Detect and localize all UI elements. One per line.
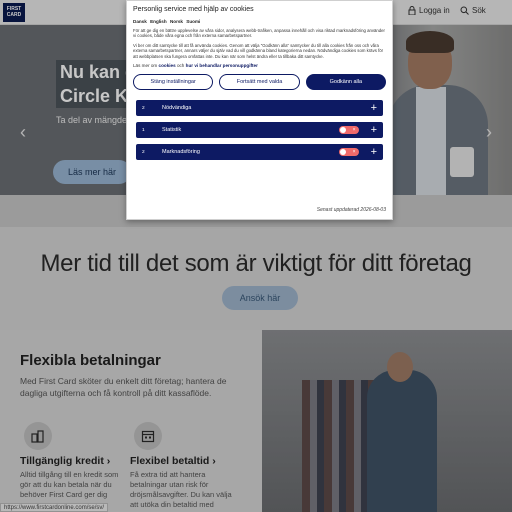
cookie-links: Läs mer om cookies och hur vi behandlar … <box>133 63 386 68</box>
toggle-knob <box>339 149 346 156</box>
cookie-consent-dialog: Personlig service med hjälp av cookies D… <box>126 0 393 220</box>
statistics-toggle[interactable]: × <box>338 126 359 135</box>
category-label: Statistik <box>162 127 182 134</box>
expand-plus-icon[interactable]: + <box>371 146 377 158</box>
toggle-knob <box>339 127 346 134</box>
close-settings-button[interactable]: Stäng inställningar <box>133 74 214 91</box>
cookie-button-row: Stäng inställningar Fortsätt med valda G… <box>133 74 386 91</box>
category-necessary[interactable]: 2 Nödvändiga + <box>136 100 383 117</box>
language-dansk[interactable]: Dansk <box>133 19 147 24</box>
privacy-link[interactable]: hur vi behandlar personuppgifter <box>186 63 258 68</box>
category-marketing[interactable]: 2 Marknadsföring × + <box>136 144 383 161</box>
category-count: 1 <box>142 127 145 133</box>
language-english[interactable]: English <box>150 19 167 24</box>
links-mid: och <box>176 63 185 69</box>
cookie-intro-text: För att ge dig en bättre upplevelse av v… <box>133 28 385 39</box>
category-count: 2 <box>142 105 145 111</box>
marketing-toggle[interactable]: × <box>338 148 359 157</box>
links-prefix: Läs mer om <box>133 63 158 69</box>
cookie-consent-text: Vi ber om ditt samtycke till att få anvä… <box>133 42 384 59</box>
language-norsk[interactable]: Norsk <box>170 19 183 24</box>
cookies-link[interactable]: cookies <box>159 63 176 68</box>
expand-plus-icon[interactable]: + <box>371 102 377 114</box>
category-label: Nödvändiga <box>162 105 192 112</box>
category-statistics[interactable]: 1 Statistik × + <box>136 122 383 139</box>
category-count: 2 <box>142 149 145 155</box>
language-suomi[interactable]: Suomi <box>186 19 200 24</box>
toggle-off-icon: × <box>352 127 356 134</box>
expand-plus-icon[interactable]: + <box>371 124 377 136</box>
category-label: Marknadsföring <box>162 149 200 156</box>
language-selector: Dansk English Norsk Suomi <box>133 19 386 24</box>
continue-with-selected-button[interactable]: Fortsätt med valda <box>219 74 300 91</box>
last-updated-text: Senast uppdaterad 2026-08-03 <box>316 207 386 213</box>
cookie-dialog-title: Personlig service med hjälp av cookies <box>133 6 254 13</box>
toggle-off-icon: × <box>352 149 356 156</box>
accept-all-button[interactable]: Godkänn alla <box>305 74 386 91</box>
